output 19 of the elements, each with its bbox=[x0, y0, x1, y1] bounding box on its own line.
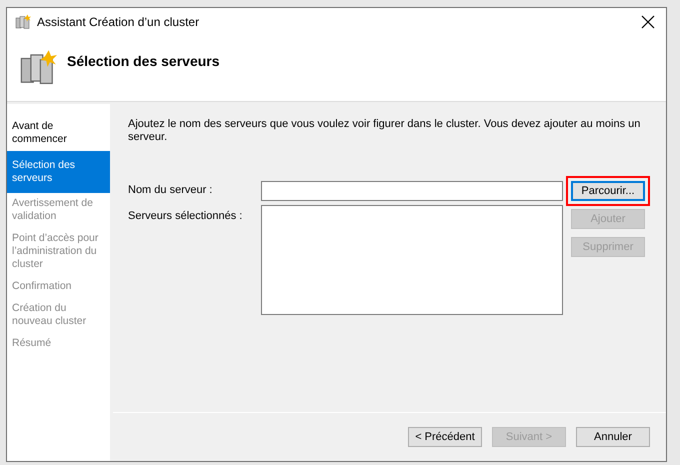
back-button[interactable]: < Précédent bbox=[408, 427, 482, 447]
server-icon bbox=[19, 49, 57, 87]
step-item: Confirmation bbox=[11, 279, 73, 294]
servers-list[interactable] bbox=[261, 205, 563, 315]
step-item: Avertissement de validation bbox=[11, 196, 94, 224]
cancel-button[interactable]: Annuler bbox=[576, 427, 650, 447]
step-item: Avant de commencer bbox=[11, 119, 68, 147]
step-item: Création du nouveau cluster bbox=[11, 301, 88, 329]
step-item: Point d’accès pour l’administration du cluster bbox=[11, 231, 100, 272]
intro-text: Ajoutez le nom des serveurs que vous voulez voir figurer dans le cluster. Vous devez ajouter au moins un serveur. bbox=[128, 118, 642, 144]
browse-button[interactable]: Parcourir... bbox=[571, 181, 645, 201]
step-item: Sélection des serveurs bbox=[7, 151, 110, 193]
field-label: Serveurs sélectionnés : bbox=[128, 209, 244, 222]
page-heading: Sélection des serveurs bbox=[67, 53, 220, 69]
step-item: Résumé bbox=[11, 336, 52, 351]
field-label: Nom du serveur : bbox=[128, 183, 214, 196]
server-name-field[interactable] bbox=[261, 181, 563, 201]
window-title: Assistant Création d’un cluster bbox=[37, 14, 200, 28]
server-icon bbox=[15, 14, 31, 30]
